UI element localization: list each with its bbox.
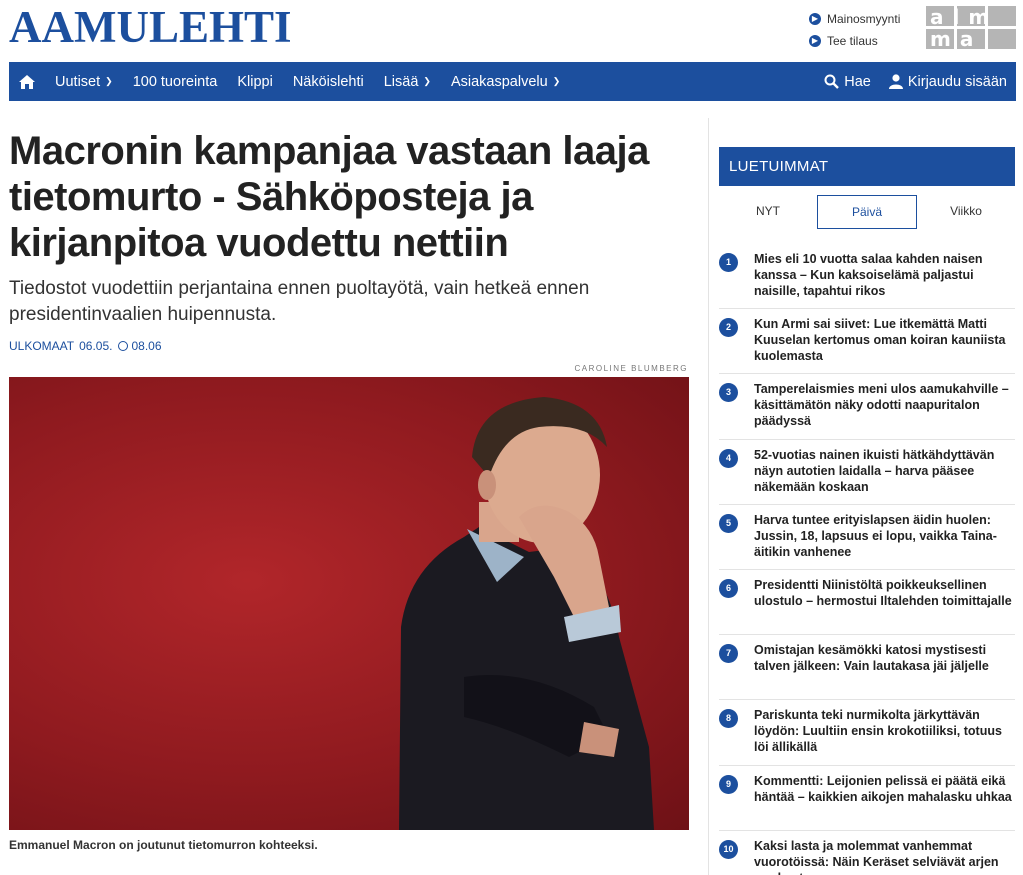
most-read-title: LUETUIMMAT: [719, 147, 1015, 186]
list-item-title: Harva tuntee erityislapsen äidin huolen:…: [754, 512, 997, 559]
search-icon: [824, 74, 840, 89]
article-photo: [9, 377, 689, 830]
rank-badge: 4: [719, 448, 738, 468]
nav-item-100-tuoreinta[interactable]: 100 tuoreinta: [123, 74, 228, 90]
rank-badge: 5: [719, 513, 738, 533]
home-button[interactable]: [9, 74, 45, 89]
rank-badge: 1: [719, 253, 738, 272]
article-time: 08.06: [131, 339, 162, 353]
list-item[interactable]: 9 Kommentti: Leijonien pelissä ei päätä …: [719, 766, 1015, 831]
photo-credit: CAROLINE BLUMBERG: [574, 364, 688, 373]
chevron-down-icon: ❯: [423, 76, 431, 86]
most-read-list: 1 Mies eli 10 vuotta salaa kahden naisen…: [719, 244, 1015, 875]
clock-icon: [117, 341, 128, 351]
nav-item-lisaa[interactable]: Lisää ❯: [374, 74, 441, 90]
rank-badge: 8: [719, 709, 738, 729]
chevron-down-icon: ❯: [552, 76, 561, 86]
nav-label: Näköislehti: [292, 73, 364, 90]
nav-label: Asiakaspalvelu: [450, 73, 548, 90]
arrow-circle-icon: ▶: [809, 35, 821, 47]
photo-subject-silhouette: [399, 397, 654, 830]
arrow-circle-icon: ▶: [809, 13, 821, 25]
list-item[interactable]: 8 Pariskunta teki nurmikolta järkyttävän…: [719, 700, 1015, 766]
list-item-title: Presidentti Niinistöltä poikkeuksellinen…: [754, 577, 1012, 608]
article-category[interactable]: ULKOMAAT: [9, 339, 74, 353]
home-icon: [19, 74, 35, 89]
list-item-title: Tamperelaismies meni ulos aamukahville –…: [754, 382, 1009, 429]
nav-label: Uutiset: [55, 73, 101, 90]
article-headline: Macronin kampanjaa vastaan laaja tietomu…: [9, 129, 649, 265]
rank-badge: 7: [719, 644, 738, 664]
search-label: Hae: [844, 73, 871, 90]
header-links: ▶ Mainosmyynti ▶ Tee tilaus: [809, 8, 900, 52]
list-item-title: Kun Armi sai siivet: Lue itkemättä Matti…: [754, 317, 1006, 364]
nav-right: Hae Kirjaudu sisään: [815, 74, 1016, 90]
list-item[interactable]: 10 Kaksi lasta ja molemmat vanhemmat vuo…: [719, 831, 1015, 875]
article-meta: ULKOMAAT 06.05. 08.06: [9, 339, 162, 353]
list-item[interactable]: 3 Tamperelaismies meni ulos aamukahville…: [719, 374, 1015, 440]
article-date: 06.05.: [79, 339, 113, 353]
main-navigation: Uutiset ❯ 100 tuoreinta Klippi Näköisleht…: [9, 62, 1016, 101]
rank-badge: 10: [719, 839, 738, 859]
list-item[interactable]: 7 Omistajan kesämökki katosi mystisesti …: [719, 635, 1015, 701]
rank-badge: 6: [719, 578, 738, 598]
rank-badge: 2: [719, 318, 738, 338]
nav-item-nakoislehti[interactable]: Näköislehti: [283, 74, 374, 90]
nav-item-asiakaspalvelu[interactable]: Asiakaspalvelu ❯: [441, 74, 570, 90]
list-item-title: Mies eli 10 vuotta salaa kahden naisen k…: [754, 252, 983, 298]
list-item-title: Omistajan kesämökki katosi mystisesti ta…: [754, 643, 989, 674]
tab-paiva[interactable]: Päivä: [817, 195, 917, 229]
nav-label: Klippi: [237, 73, 273, 90]
list-item-title: 52-vuotias nainen ikuisti hätkähdyttävän…: [754, 447, 995, 494]
photo-caption: Emmanuel Macron on joutunut tietomurron …: [9, 838, 318, 852]
chevron-down-icon: ❯: [105, 76, 113, 86]
rank-badge: 3: [719, 383, 738, 403]
rank-badge: 9: [719, 774, 738, 794]
almamedia-logo-letters: alm ma: [930, 5, 999, 51]
list-item[interactable]: 2 Kun Armi sai siivet: Lue itkemättä Mat…: [719, 309, 1015, 375]
most-read-tabs: NYT Päivä Viikko: [719, 195, 1015, 229]
article-lead: Tiedostot vuodettiin perjantaina ennen p…: [9, 278, 590, 325]
list-item[interactable]: 1 Mies eli 10 vuotta salaa kahden naisen…: [719, 244, 1015, 310]
ad-sales-label: Mainosmyynti: [827, 12, 901, 26]
list-item[interactable]: 4 52-vuotias nainen ikuisti hätkähdyttäv…: [719, 440, 1015, 505]
nav-item-uutiset[interactable]: Uutiset ❯: [45, 74, 123, 90]
subscribe-label: Tee tilaus: [827, 34, 878, 48]
tab-nyt[interactable]: NYT: [719, 195, 817, 229]
login-button[interactable]: Kirjaudu sisään: [880, 74, 1016, 90]
nav-label: Lisää: [383, 73, 419, 90]
ad-sales-link[interactable]: ▶ Mainosmyynti: [809, 8, 900, 30]
login-label: Kirjaudu sisään: [907, 73, 1007, 90]
search-button[interactable]: Hae: [815, 74, 880, 90]
subscribe-link[interactable]: ▶ Tee tilaus: [809, 30, 900, 52]
site-logo[interactable]: AAMULEHTI: [9, 3, 292, 51]
list-item-title: Kommentti: Leijonien pelissä ei päätä ei…: [754, 773, 1012, 804]
list-item[interactable]: 6 Presidentti Niinistöltä poikkeuksellin…: [719, 570, 1015, 636]
list-item-title: Kaksi lasta ja molemmat vanhemmat vuorot…: [754, 838, 999, 875]
list-item-title: Pariskunta teki nurmikolta järkyttävän l…: [754, 708, 1002, 755]
list-item[interactable]: 5 Harva tuntee erityislapsen äidin huole…: [719, 505, 1015, 570]
nav-item-klippi[interactable]: Klippi: [227, 74, 282, 90]
user-icon: [888, 74, 903, 89]
nav-label: 100 tuoreinta: [132, 73, 218, 90]
column-divider: [708, 118, 709, 875]
tab-viikko[interactable]: Viikko: [917, 195, 1015, 229]
